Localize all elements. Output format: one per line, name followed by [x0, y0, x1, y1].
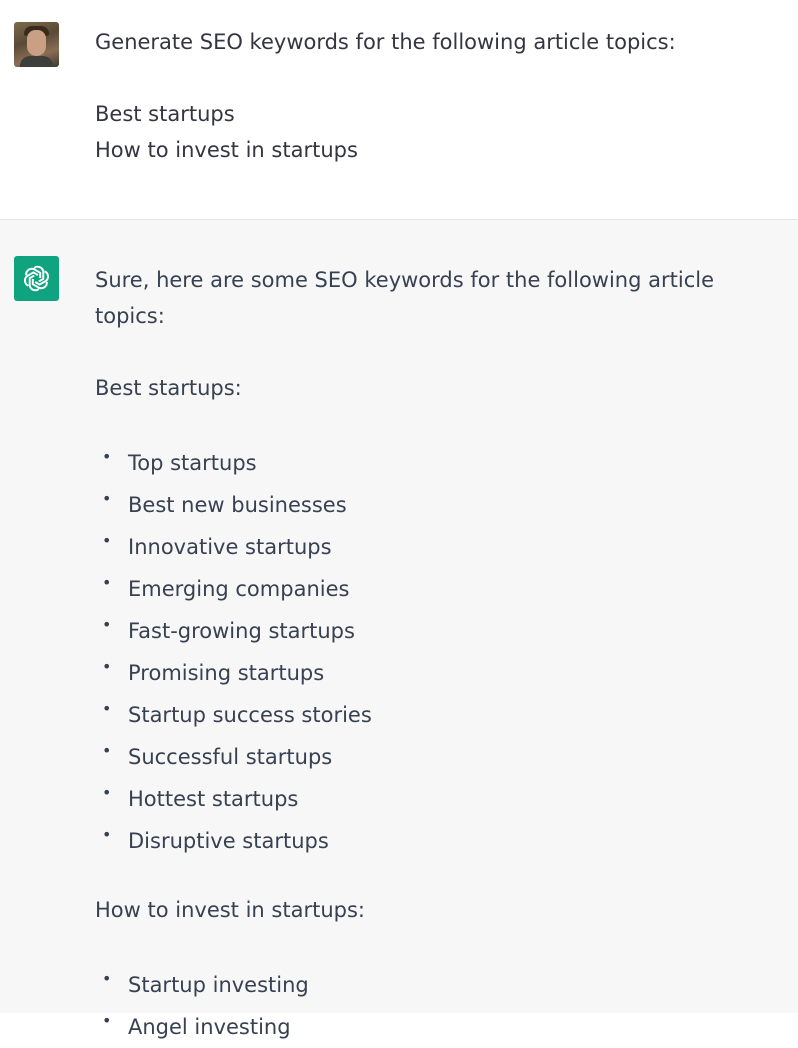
assistant-message: Sure, here are some SEO keywords for the…	[0, 220, 798, 1042]
list-item: Disruptive startups	[95, 814, 790, 862]
section-heading: How to invest in startups:	[95, 898, 365, 922]
list-item: Top startups	[95, 436, 790, 484]
user-message: Generate SEO keywords for the following …	[0, 0, 798, 220]
section-heading: Best startups:	[95, 376, 242, 400]
list-item: Innovative startups	[95, 520, 790, 568]
list-item: Hottest startups	[95, 772, 790, 820]
assistant-avatar	[14, 256, 59, 301]
assistant-intro: Sure, here are some SEO keywords for the…	[95, 268, 714, 328]
user-line: How to invest in startups	[95, 138, 358, 162]
openai-logo-icon	[21, 265, 52, 292]
user-line: Best startups	[95, 102, 235, 126]
avatar-shoulders	[20, 56, 53, 67]
assistant-message-text: Sure, here are some SEO keywords for the…	[95, 262, 790, 1048]
list-item: Best new businesses	[95, 478, 790, 526]
user-avatar	[14, 22, 59, 67]
list-item: Startup success stories	[95, 688, 790, 736]
keyword-list: Top startups Best new businesses Innovat…	[95, 436, 790, 862]
keyword-list: Startup investing Angel investing	[95, 958, 790, 1048]
list-item: Angel investing	[95, 1000, 790, 1048]
list-item: Startup investing	[95, 958, 790, 1006]
list-item: Successful startups	[95, 730, 790, 778]
avatar-face	[27, 30, 46, 56]
list-item: Emerging companies	[95, 562, 790, 610]
list-item: Promising startups	[95, 646, 790, 694]
user-line: Generate SEO keywords for the following …	[95, 30, 676, 54]
list-item: Fast-growing startups	[95, 604, 790, 652]
user-message-text: Generate SEO keywords for the following …	[95, 24, 790, 168]
